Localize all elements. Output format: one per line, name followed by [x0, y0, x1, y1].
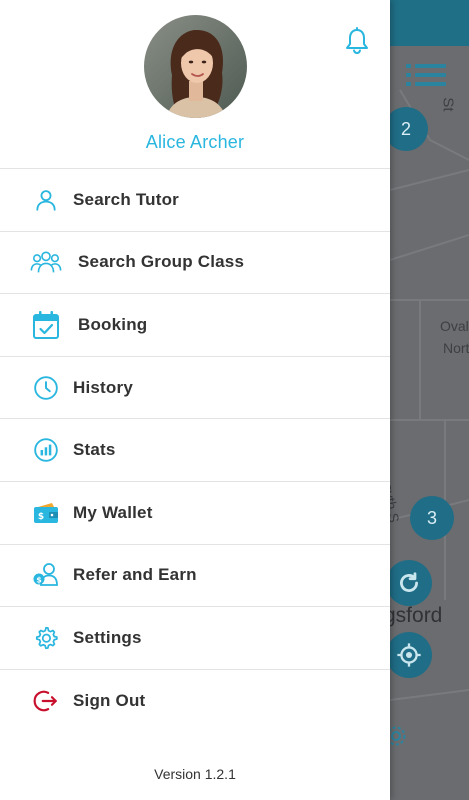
menu-item-search-group-class[interactable]: Search Group Class — [0, 230, 390, 294]
menu-item-stats[interactable]: Stats — [0, 418, 390, 481]
refresh-icon — [400, 572, 418, 592]
navigation-drawer: Alice Archer Search Tutor Search Group C… — [0, 0, 390, 800]
map-street-label: Oval — [440, 318, 469, 334]
app-version: Version 1.2.1 — [154, 766, 236, 782]
menu-item-settings[interactable]: Settings — [0, 606, 390, 669]
menu-label: History — [73, 377, 133, 397]
menu-label: My Wallet — [73, 502, 153, 522]
menu-label: Refer and Earn — [73, 565, 197, 585]
wallet-icon: $ — [30, 497, 62, 529]
menu-label: Stats — [73, 440, 116, 460]
menu-item-history[interactable]: History — [0, 355, 390, 419]
svg-text:$: $ — [38, 512, 44, 522]
drawer-menu: Search Tutor Search Group Class Booking … — [0, 168, 390, 731]
menu-item-search-tutor[interactable]: Search Tutor — [0, 168, 390, 231]
menu-item-refer-and-earn[interactable]: $ Refer and Earn — [0, 543, 390, 607]
menu-item-my-wallet[interactable]: $ My Wallet — [0, 480, 390, 544]
menu-label: Booking — [78, 314, 148, 334]
map-street-label: Nort — [443, 340, 469, 356]
refresh-button[interactable] — [386, 560, 432, 606]
menu-label: Search Group Class — [78, 252, 245, 272]
menu-label: Search Tutor — [73, 189, 179, 209]
locate-button[interactable] — [386, 632, 432, 678]
user-name: Alice Archer — [145, 132, 245, 152]
crosshair-icon — [397, 643, 421, 667]
calendar-check-icon — [30, 309, 62, 341]
user-icon — [30, 184, 62, 216]
svg-text:$: $ — [36, 576, 42, 585]
bell-icon[interactable] — [344, 27, 370, 55]
stats-icon — [30, 434, 62, 466]
menu-item-booking[interactable]: Booking — [0, 293, 390, 356]
map-street-label: St — [439, 97, 457, 112]
avatar[interactable] — [144, 15, 247, 118]
map-marker[interactable]: 2 — [384, 107, 428, 151]
refer-icon: $ — [30, 559, 62, 591]
sign-out-icon — [30, 685, 62, 717]
map-place-label: gsford — [384, 604, 443, 627]
menu-item-sign-out[interactable]: Sign Out — [0, 668, 390, 732]
group-icon — [30, 246, 62, 278]
menu-label: Sign Out — [73, 690, 146, 710]
list-view-icon[interactable] — [406, 62, 446, 93]
menu-label: Settings — [73, 627, 142, 647]
gear-icon — [30, 622, 62, 654]
map-marker[interactable]: 3 — [410, 496, 454, 540]
clock-icon — [30, 372, 62, 404]
